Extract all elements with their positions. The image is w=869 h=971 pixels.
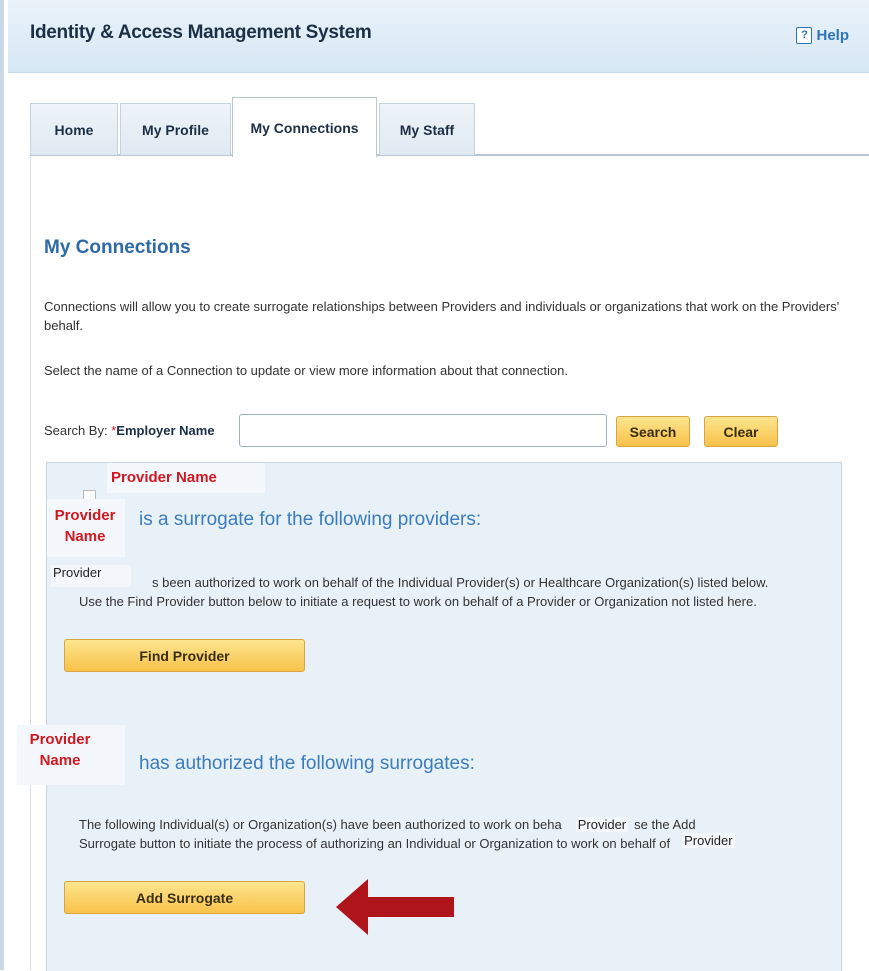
main-content: My Connections Connections will allow yo… [17,157,869,971]
employer-name-label: Employer Name [116,423,215,438]
red-arrow-icon [336,879,454,935]
annotation-provider-word: Provider [575,817,629,832]
annotation-provider-name: Provider Name [29,731,91,769]
tab-my-staff[interactable]: My Staff [379,103,475,155]
instruction-text: Select the name of a Connection to updat… [44,363,568,378]
authorized-surrogates-line1: The following Individual(s) or Organizat… [79,815,696,834]
surrogate-for-heading: is a surrogate for the following provide… [139,509,482,530]
authorized-surrogates-line2: Surrogate button to initiate the process… [79,833,735,853]
help-link[interactable]: ? Help [796,27,849,44]
search-label: Search By: *Employer Name [44,423,215,438]
page-title: My Connections [44,237,191,258]
surrogate-for-line2: Use the Find Provider button below to in… [79,594,757,609]
clear-button[interactable]: Clear [704,416,778,447]
search-row: Search By: *Employer Name Search Clear [44,412,864,452]
help-icon: ? [796,27,813,44]
annotation-provider-word: Provider [51,565,131,587]
annotation-provider-word: Provider [682,833,735,848]
authorized-line2: Surrogate button to initiate the process… [79,836,671,851]
add-surrogate-button[interactable]: Add Surrogate [64,881,305,914]
app-header: Identity & Access Management System ? He… [8,0,869,73]
intro-text: Connections will allow you to create sur… [44,299,840,333]
annotation-provider-name: Provider Name [54,507,116,545]
tab-my-profile[interactable]: My Profile [120,103,231,155]
authorized-surrogates-heading: has authorized the following surrogates: [139,753,475,774]
search-by-label: Search By: [44,423,108,438]
annotation-provider-name-top: Provider Name [111,469,217,486]
search-button[interactable]: Search [616,416,690,447]
window-left-border [0,0,4,970]
tab-home[interactable]: Home [30,103,118,155]
authorized-line1-part2: se the Add [634,817,696,832]
app-title: Identity & Access Management System [30,22,372,43]
main-tabs: Home My Profile My Connections My Staff [30,97,869,157]
authorized-line1-part1: The following Individual(s) or Organizat… [79,817,562,832]
help-label: Help [816,27,849,44]
find-provider-button[interactable]: Find Provider [64,639,305,672]
employer-name-input[interactable] [239,414,607,447]
surrogate-for-line1: s been authorized to work on behalf of t… [152,575,769,590]
tab-my-connections[interactable]: My Connections [232,97,377,157]
